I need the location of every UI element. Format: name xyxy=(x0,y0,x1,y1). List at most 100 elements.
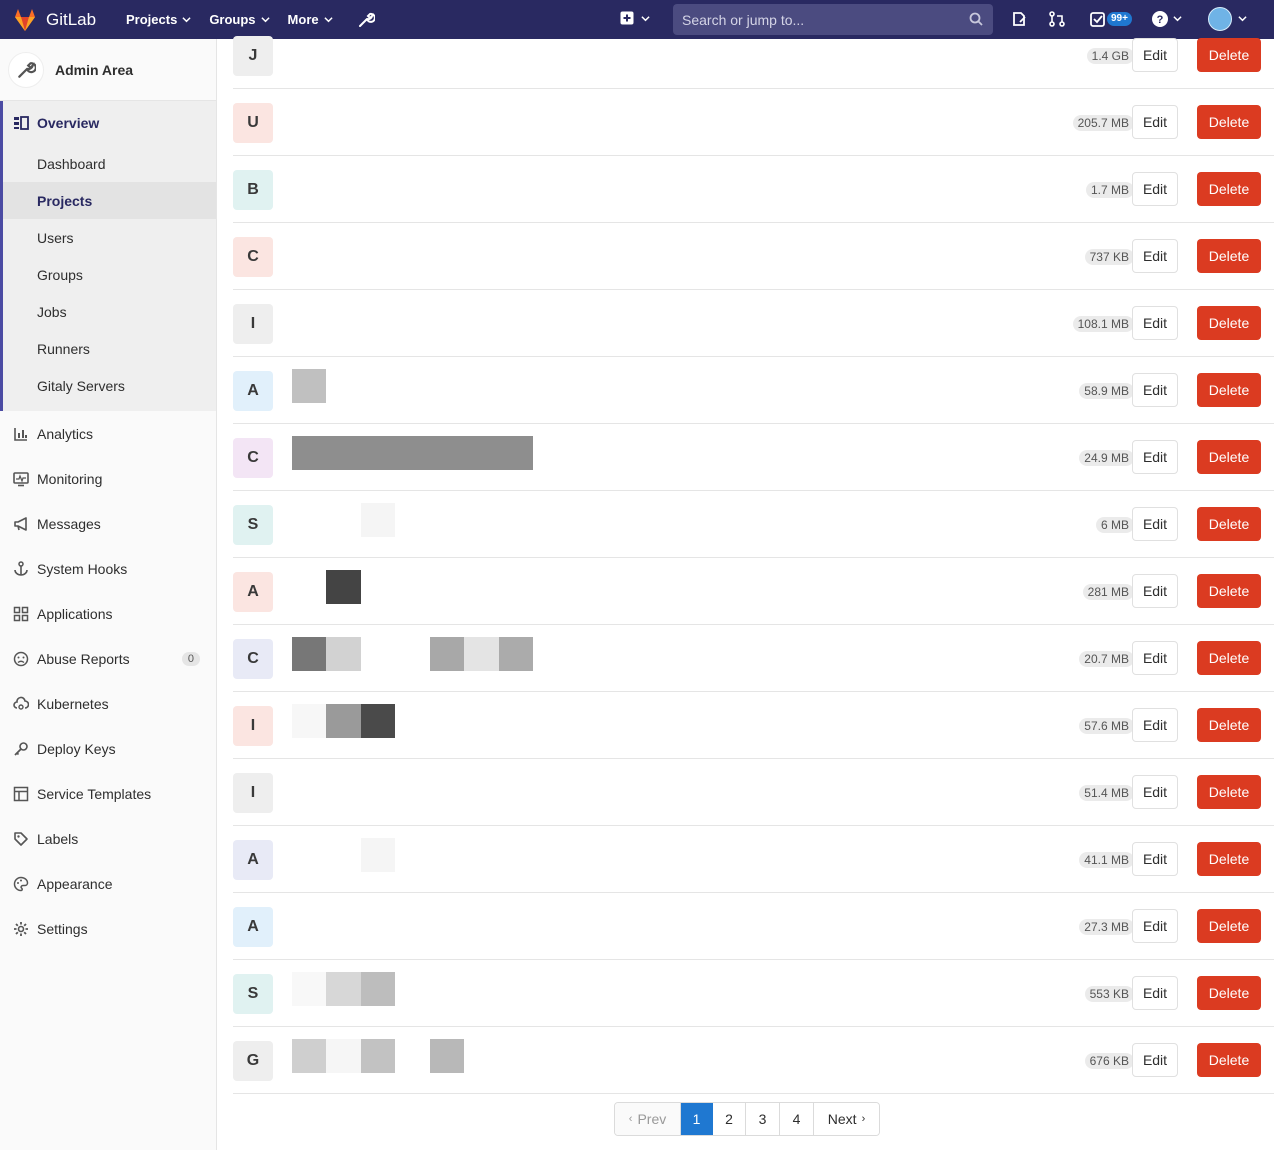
sidebar-item-users[interactable]: Users xyxy=(3,219,216,256)
project-avatar[interactable]: A xyxy=(233,907,273,947)
chevron-down-icon xyxy=(182,17,191,23)
delete-button[interactable]: Delete xyxy=(1197,842,1261,876)
delete-button[interactable]: Delete xyxy=(1197,38,1261,72)
project-row: I 57.6 MB Edit Delete xyxy=(233,692,1274,759)
sidebar-item-jobs[interactable]: Jobs xyxy=(3,293,216,330)
edit-button[interactable]: Edit xyxy=(1132,842,1178,876)
project-avatar[interactable]: A xyxy=(233,840,273,880)
sidebar-item-label: Abuse Reports xyxy=(37,650,130,667)
edit-button[interactable]: Edit xyxy=(1132,574,1178,608)
sidebar-item-runners[interactable]: Runners xyxy=(3,330,216,367)
redacted-block xyxy=(464,637,499,671)
edit-button[interactable]: Edit xyxy=(1132,105,1178,139)
sidebar-item-label: Analytics xyxy=(37,425,94,442)
next-page-button[interactable]: Next › xyxy=(814,1103,879,1135)
sidebar-item-applications[interactable]: Applications xyxy=(0,591,216,636)
project-avatar[interactable]: C xyxy=(233,438,273,478)
sidebar-item-kubernetes[interactable]: Kubernetes xyxy=(0,681,216,726)
chevron-left-icon: ‹ xyxy=(628,1113,633,1125)
nav-projects[interactable]: Projects xyxy=(126,12,191,27)
sidebar-item-label: System Hooks xyxy=(37,560,128,577)
sidebar-item-messages[interactable]: Messages xyxy=(0,501,216,546)
sidebar-item-settings[interactable]: Settings xyxy=(0,906,216,951)
edit-button[interactable]: Edit xyxy=(1132,1043,1178,1077)
delete-button[interactable]: Delete xyxy=(1197,976,1261,1010)
sidebar-item-service-templates[interactable]: Service Templates xyxy=(0,771,216,816)
delete-button[interactable]: Delete xyxy=(1197,909,1261,943)
delete-button[interactable]: Delete xyxy=(1197,440,1261,474)
sidebar-item-overview[interactable]: Overview xyxy=(3,101,216,145)
project-avatar[interactable]: B xyxy=(233,170,273,210)
project-avatar[interactable]: G xyxy=(233,1041,273,1081)
page-3-button[interactable]: 3 xyxy=(746,1103,780,1135)
sidebar-item-deploy-keys[interactable]: Deploy Keys xyxy=(0,726,216,771)
project-avatar[interactable]: J xyxy=(233,36,273,76)
delete-button[interactable]: Delete xyxy=(1197,1043,1261,1077)
project-avatar[interactable]: I xyxy=(233,304,273,344)
sidebar-item-label: Messages xyxy=(37,515,101,532)
sidebar-item-labels[interactable]: Labels xyxy=(0,816,216,861)
project-avatar[interactable]: C xyxy=(233,237,273,277)
edit-button[interactable]: Edit xyxy=(1132,775,1178,809)
chevron-right-icon: › xyxy=(861,1113,866,1125)
palette-icon xyxy=(13,876,29,891)
sidebar-item-label: Settings xyxy=(37,920,88,937)
project-avatar[interactable]: U xyxy=(233,103,273,143)
sidebar-item-appearance[interactable]: Appearance xyxy=(0,861,216,906)
sidebar-item-system-hooks[interactable]: System Hooks xyxy=(0,546,216,591)
edit-button[interactable]: Edit xyxy=(1132,507,1178,541)
project-avatar[interactable]: I xyxy=(233,706,273,746)
sidebar-item-groups[interactable]: Groups xyxy=(3,256,216,293)
edit-button[interactable]: Edit xyxy=(1132,373,1178,407)
edit-button[interactable]: Edit xyxy=(1132,641,1178,675)
edit-button[interactable]: Edit xyxy=(1132,909,1178,943)
redacted-block xyxy=(292,972,326,1006)
edit-button[interactable]: Edit xyxy=(1132,38,1178,72)
sidebar-item-abuse-reports[interactable]: Abuse Reports 0 xyxy=(0,636,216,681)
delete-button[interactable]: Delete xyxy=(1197,641,1261,675)
sidebar-item-dashboard[interactable]: Dashboard xyxy=(3,145,216,182)
delete-button[interactable]: Delete xyxy=(1197,775,1261,809)
sidebar-item-monitoring[interactable]: Monitoring xyxy=(0,456,216,501)
gitlab-logo[interactable]: GitLab xyxy=(12,7,108,33)
edit-button[interactable]: Edit xyxy=(1132,976,1178,1010)
admin-area-title: Admin Area xyxy=(55,61,134,78)
project-avatar[interactable]: A xyxy=(233,371,273,411)
project-row: C 737 KB Edit Delete xyxy=(233,223,1274,290)
page-4-button[interactable]: 4 xyxy=(780,1103,814,1135)
page-1-button[interactable]: 1 xyxy=(681,1103,713,1135)
storage-size-badge: 1.4 GB xyxy=(1086,48,1134,64)
redacted-block xyxy=(361,704,395,738)
edit-button[interactable]: Edit xyxy=(1132,440,1178,474)
applications-icon xyxy=(13,606,29,621)
delete-button[interactable]: Delete xyxy=(1197,239,1261,273)
edit-button[interactable]: Edit xyxy=(1132,708,1178,742)
delete-button[interactable]: Delete xyxy=(1197,306,1261,340)
project-avatar[interactable]: A xyxy=(233,572,273,612)
delete-button[interactable]: Delete xyxy=(1197,574,1261,608)
edit-button[interactable]: Edit xyxy=(1132,306,1178,340)
megaphone-icon xyxy=(14,516,27,531)
delete-button[interactable]: Delete xyxy=(1197,507,1261,541)
page-2-button[interactable]: 2 xyxy=(713,1103,746,1135)
storage-size-badge: 51.4 MB xyxy=(1079,785,1134,801)
sidebar-item-label: Applications xyxy=(37,605,113,622)
redacted-block xyxy=(292,369,326,403)
delete-button[interactable]: Delete xyxy=(1197,373,1261,407)
project-avatar[interactable]: S xyxy=(233,505,273,545)
project-avatar[interactable]: C xyxy=(233,639,273,679)
sidebar-item-gitaly-servers[interactable]: Gitaly Servers xyxy=(3,367,216,404)
edit-button[interactable]: Edit xyxy=(1132,172,1178,206)
sidebar-item-label: Gitaly Servers xyxy=(37,377,125,394)
edit-button[interactable]: Edit xyxy=(1132,239,1178,273)
delete-button[interactable]: Delete xyxy=(1197,105,1261,139)
sidebar-item-analytics[interactable]: Analytics xyxy=(0,411,216,456)
project-avatar[interactable]: I xyxy=(233,773,273,813)
sidebar-item-projects[interactable]: Projects xyxy=(3,182,216,219)
delete-button[interactable]: Delete xyxy=(1197,172,1261,206)
admin-area-header[interactable]: Admin Area xyxy=(0,39,216,101)
prev-page-button[interactable]: ‹ Prev xyxy=(615,1103,681,1135)
delete-button[interactable]: Delete xyxy=(1197,708,1261,742)
project-avatar[interactable]: S xyxy=(233,974,273,1014)
project-row: C 24.9 MB Edit Delete xyxy=(233,424,1274,491)
